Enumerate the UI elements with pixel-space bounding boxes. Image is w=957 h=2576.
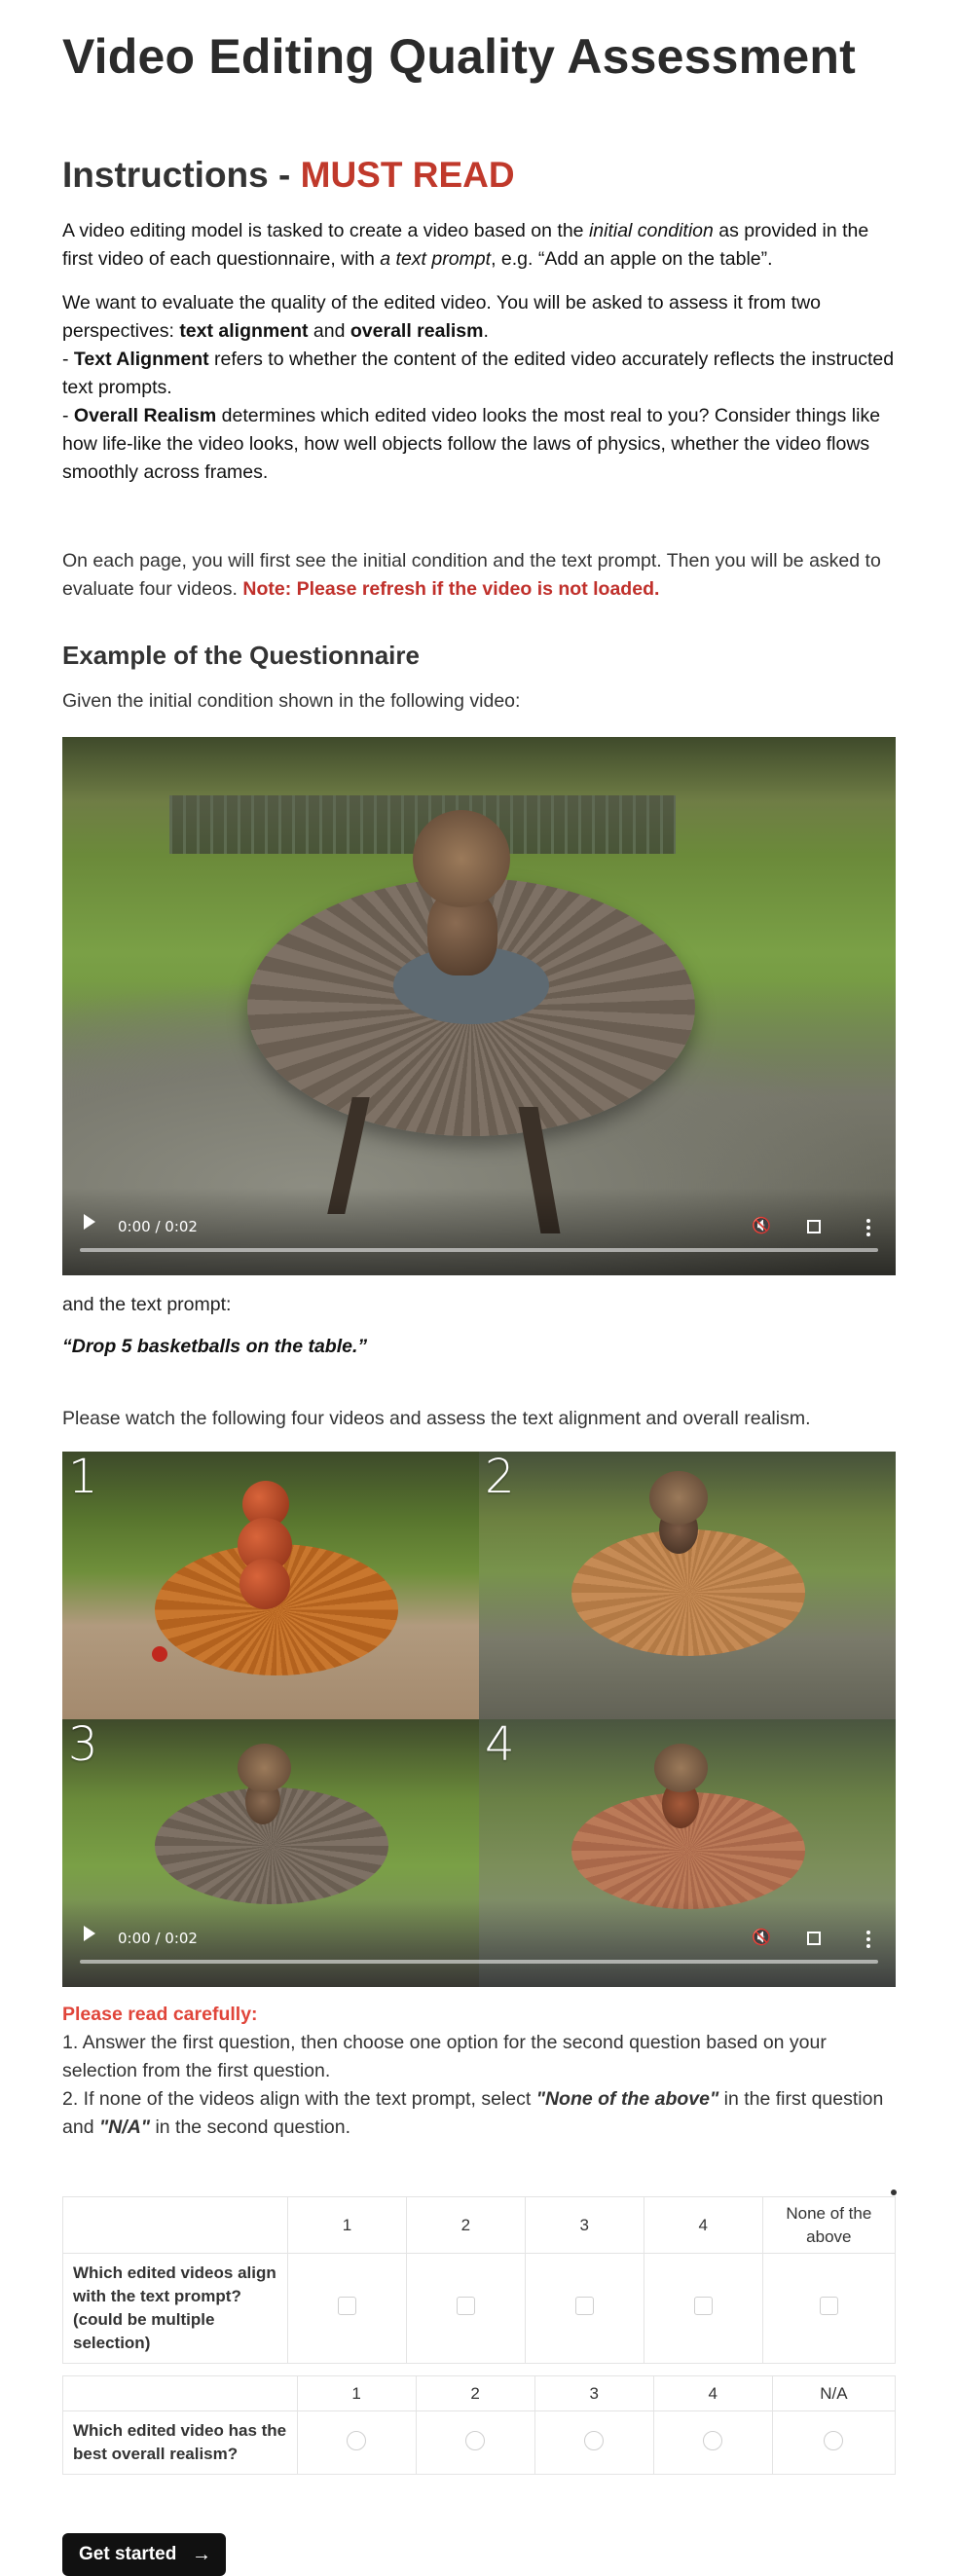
column-header: 2: [415, 2375, 535, 2411]
flower-graphic: [238, 1744, 291, 1792]
red-ball-graphic: [152, 1646, 167, 1662]
alignment-checkbox-3[interactable]: [574, 2297, 594, 2315]
none-of-the-above-term: "None of the above": [535, 2088, 719, 2110]
column-header: 4: [652, 2375, 773, 2411]
progress-bar[interactable]: [80, 1248, 878, 1252]
volume-icon[interactable]: 🔇: [752, 1218, 771, 1235]
p1-text-e: , e.g. “Add an apple on the table”.: [491, 248, 773, 270]
flower-graphic: [413, 810, 510, 907]
get-started-label: Get started: [79, 2544, 177, 2564]
column-header: 1: [296, 2375, 417, 2411]
p1-initial-condition: initial condition: [588, 220, 714, 241]
na-term: "N/A": [98, 2116, 151, 2138]
must-read-label: MUST READ: [300, 155, 515, 195]
required-indicator: [891, 2190, 897, 2195]
arrow-right-icon: →: [192, 2544, 211, 2565]
p2-text-alignment: text alignment: [179, 320, 309, 342]
header-empty-cell: [62, 2196, 288, 2254]
rule-1: 1. Answer the first question, then choos…: [62, 2032, 827, 2081]
p2-text-e: .: [483, 320, 489, 342]
edited-videos-grid[interactable]: 1 2 3 4 0:00 / 0:02 🔇: [62, 1452, 896, 1987]
column-header: 4: [643, 2196, 763, 2254]
instructions-paragraph-2: We want to evaluate the quality of the e…: [62, 289, 896, 487]
video-number-label: 4: [485, 1719, 515, 1772]
play-icon[interactable]: [84, 1926, 95, 1941]
get-started-button[interactable]: Get started →: [62, 2533, 226, 2576]
p2-dash-1: -: [62, 349, 74, 370]
column-header: 3: [524, 2196, 644, 2254]
realism-radio-2[interactable]: [465, 2430, 486, 2450]
text-prompt: “Drop 5 basketballs on the table.”: [62, 1336, 368, 1357]
instructions-paragraph-3: On each page, you will first see the ini…: [62, 547, 896, 604]
more-icon[interactable]: [866, 1931, 870, 1948]
alignment-checkbox-1[interactable]: [337, 2297, 356, 2315]
basketball-graphic: [239, 1559, 290, 1609]
column-header: 3: [534, 2375, 654, 2411]
column-header: 2: [405, 2196, 526, 2254]
watch-text: Please watch the following four videos a…: [62, 1408, 811, 1429]
alignment-question-label: Which edited videos align with the text …: [62, 2253, 288, 2364]
rule-2-text-a: 2. If none of the videos align with the …: [62, 2088, 536, 2110]
p1-text-a: A video editing model is tasked to creat…: [62, 220, 589, 241]
edited-video-2: 2: [479, 1452, 896, 1719]
and-prompt-text: and the text prompt:: [62, 1294, 232, 1315]
rule-2-text-e: in the second question.: [150, 2116, 351, 2138]
p2-overall-realism: overall realism: [350, 320, 484, 342]
example-heading: Example of the Questionnaire: [62, 641, 420, 670]
alignment-checkbox-4[interactable]: [693, 2297, 713, 2315]
edited-video-1: 1: [62, 1452, 479, 1719]
p2-dash-2: -: [62, 405, 74, 426]
realism-question-table: 1 2 3 4 N/A Which edited video has the b…: [62, 2375, 897, 2475]
p2-text-c: and: [308, 320, 350, 342]
given-text: Given the initial condition shown in the…: [62, 690, 521, 712]
column-header: 1: [286, 2196, 407, 2254]
volume-icon[interactable]: 🔇: [752, 1930, 771, 1947]
text-alignment-term: Text Alignment: [73, 349, 209, 370]
p1-text-prompt: a text prompt: [380, 248, 492, 270]
more-icon[interactable]: [866, 1219, 870, 1236]
fullscreen-icon[interactable]: [807, 1932, 821, 1945]
realism-radio-na[interactable]: [824, 2430, 844, 2450]
video-number-label: 1: [68, 1452, 98, 1504]
column-header: None of the above: [761, 2196, 897, 2254]
video-controls: 0:00 / 0:02 🔇: [62, 1188, 896, 1275]
realism-radio-3[interactable]: [584, 2430, 605, 2450]
realism-radio-1[interactable]: [347, 2430, 367, 2450]
column-header: N/A: [771, 2375, 897, 2411]
video-number-label: 2: [485, 1452, 515, 1504]
fullscreen-icon[interactable]: [807, 1220, 821, 1233]
video-time: 0:00 / 0:02: [118, 1218, 198, 1235]
video-time: 0:00 / 0:02: [118, 1930, 198, 1947]
alignment-checkbox-2[interactable]: [456, 2297, 475, 2315]
header-empty-cell: [62, 2375, 298, 2411]
progress-bar[interactable]: [80, 1960, 878, 1964]
realism-radio-4[interactable]: [703, 2430, 723, 2450]
page-title: Video Editing Quality Assessment: [62, 29, 856, 84]
flower-graphic: [654, 1744, 708, 1792]
flower-graphic: [649, 1471, 708, 1525]
play-icon[interactable]: [84, 1214, 95, 1230]
survey-page: Video Editing Quality Assessment Instruc…: [0, 0, 957, 2576]
alignment-checkbox-none[interactable]: [819, 2297, 838, 2315]
realism-question-label: Which edited video has the best overall …: [62, 2410, 298, 2475]
instructions-heading-prefix: Instructions -: [62, 155, 301, 195]
video-controls: 0:00 / 0:02 🔇: [62, 1899, 896, 1987]
refresh-note: Note: Please refresh if the video is not…: [242, 578, 660, 600]
read-carefully-heading: Please read carefully:: [62, 2004, 258, 2025]
video-number-label: 3: [68, 1719, 98, 1772]
alignment-question-table: 1 2 3 4 None of the above Which edited v…: [62, 2196, 897, 2364]
instructions-paragraph-1: A video editing model is tasked to creat…: [62, 217, 896, 274]
initial-condition-video[interactable]: 0:00 / 0:02 🔇: [62, 737, 896, 1275]
rule-2: 2. If none of the videos align with the …: [62, 2085, 896, 2142]
overall-realism-term: Overall Realism: [73, 405, 217, 426]
instructions-heading: Instructions - MUST READ: [62, 154, 515, 197]
